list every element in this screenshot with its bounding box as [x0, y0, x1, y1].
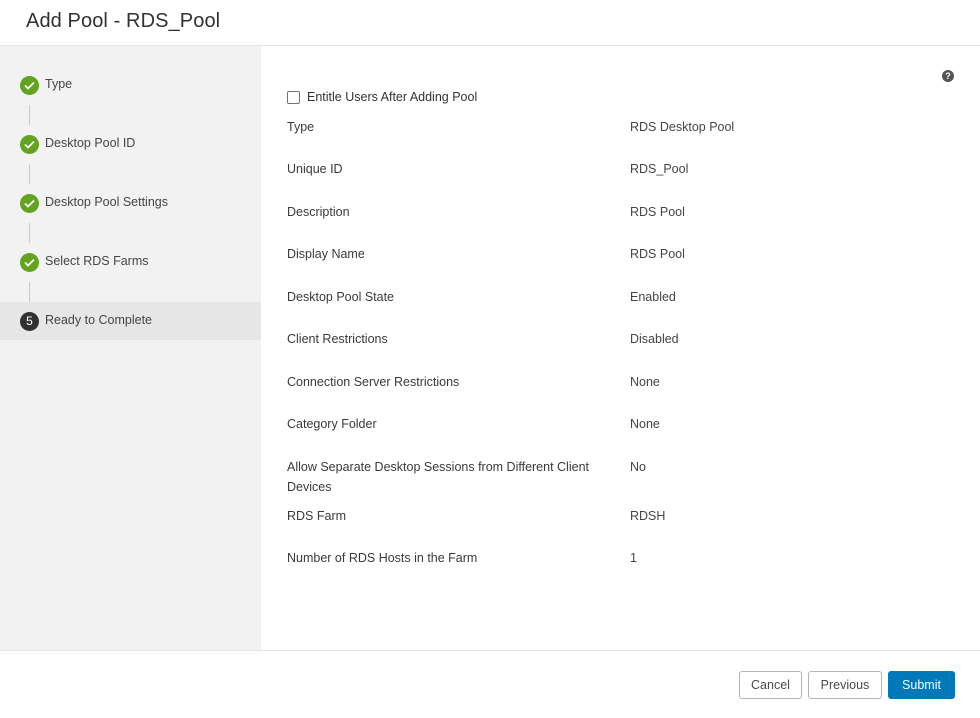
- checkbox-label: Entitle Users After Adding Pool: [307, 90, 478, 104]
- summary-value: None: [630, 417, 660, 431]
- summary-key: Display Name: [287, 247, 365, 261]
- step-connector: [29, 105, 30, 125]
- step-connector: [29, 164, 30, 184]
- check-icon: [20, 253, 39, 272]
- step-connector: [29, 282, 30, 302]
- summary-key: Desktop Pool State: [287, 290, 395, 304]
- cancel-button[interactable]: Cancel: [739, 671, 802, 699]
- help-icon[interactable]: ?: [942, 70, 954, 82]
- summary-value: RDSH: [630, 509, 666, 523]
- dialog-title: Add Pool - RDS_Pool: [26, 10, 221, 32]
- wizard-step-desktop-pool-settings[interactable]: Desktop Pool Settings: [0, 184, 261, 222]
- summary-value: None: [630, 375, 660, 389]
- summary-key: Client Restrictions: [287, 332, 388, 346]
- summary-key: Number of RDS Hosts in the Farm: [287, 551, 478, 565]
- summary-value: Disabled: [630, 332, 679, 346]
- summary-value: 1: [630, 551, 637, 565]
- wizard-step-label: Select RDS Farms: [45, 254, 149, 268]
- previous-button[interactable]: Previous: [808, 671, 882, 699]
- summary-panel: ? Entitle Users After Adding Pool Type R…: [261, 46, 980, 650]
- dialog-header: Add Pool - RDS_Pool: [0, 0, 980, 46]
- check-icon: [20, 194, 39, 213]
- summary-value: Enabled: [630, 290, 676, 304]
- dialog-footer: Cancel Previous Submit: [0, 650, 980, 718]
- summary-value: RDS Desktop Pool: [630, 120, 735, 134]
- wizard-steps: Type Desktop Pool ID Desktop Pool Settin…: [0, 46, 261, 650]
- wizard-step-label: Desktop Pool Settings: [45, 195, 168, 209]
- step-number-badge: 5: [20, 312, 39, 331]
- summary-key: Connection Server Restrictions: [287, 375, 460, 389]
- summary-value: RDS_Pool: [630, 162, 689, 176]
- wizard-step-ready-to-complete[interactable]: 5 Ready to Complete: [0, 302, 261, 340]
- wizard-step-select-rds-farms[interactable]: Select RDS Farms: [0, 243, 261, 281]
- checkbox-box[interactable]: [287, 91, 300, 104]
- wizard-step-label: Ready to Complete: [45, 313, 153, 327]
- step-connector: [29, 223, 30, 243]
- wizard-step-desktop-pool-id[interactable]: Desktop Pool ID: [0, 125, 261, 163]
- summary-key: Description: [287, 205, 350, 219]
- summary-value: RDS Pool: [630, 205, 685, 219]
- wizard-step-type[interactable]: Type: [0, 66, 261, 104]
- summary-key: Type: [287, 120, 315, 134]
- summary-key: Category Folder: [287, 417, 377, 431]
- check-icon: [20, 76, 39, 95]
- summary-key: Allow Separate Desktop Sessions from Dif…: [287, 460, 589, 494]
- check-icon: [20, 135, 39, 154]
- wizard-step-label: Desktop Pool ID: [45, 136, 136, 150]
- summary-key: RDS Farm: [287, 509, 347, 523]
- wizard-step-label: Type: [45, 77, 73, 91]
- summary-value: No: [630, 460, 646, 474]
- summary-value: RDS Pool: [630, 247, 685, 261]
- submit-button[interactable]: Submit: [888, 671, 955, 699]
- summary-key: Unique ID: [287, 162, 343, 176]
